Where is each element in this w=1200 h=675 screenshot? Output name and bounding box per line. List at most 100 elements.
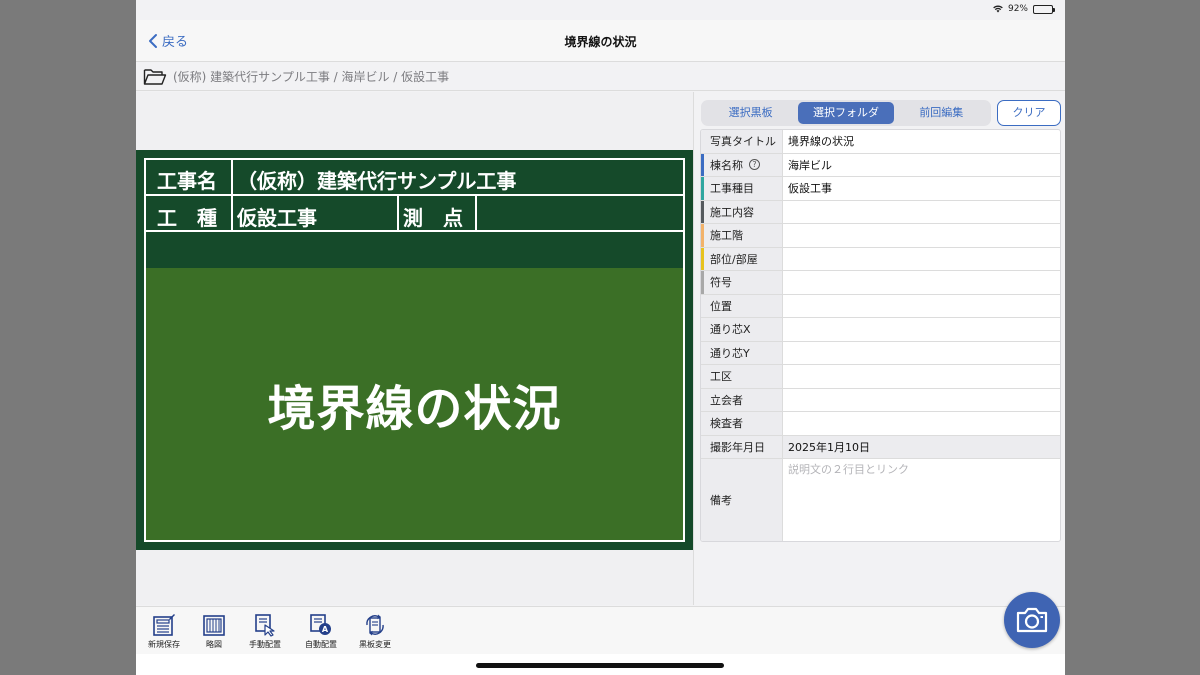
field-value[interactable]: 仮設工事 <box>783 177 1060 200</box>
blackboard[interactable]: 工事名 （仮称）建築代行サンプル工事 工 種 仮設工事 測 点 境界線の状況 <box>136 150 693 550</box>
board-label-point: 測 点 <box>403 206 463 230</box>
field-row-building-name[interactable]: 棟名称? 海岸ビル <box>701 153 1060 177</box>
color-stripe <box>701 200 704 223</box>
change-board-button[interactable]: 黒板変更 <box>350 613 400 650</box>
field-label: 通り芯X <box>701 318 783 341</box>
field-label: 符号 <box>710 276 732 290</box>
remarks-textarea[interactable]: 説明文の２行目とリンク <box>783 459 1060 541</box>
folder-icon <box>143 68 167 85</box>
auto-layout-icon: A <box>310 614 331 635</box>
field-row-photo-title[interactable]: 写真タイトル 境界線の状況 <box>701 130 1060 154</box>
sketch-button[interactable]: 略図 <box>189 613 239 650</box>
field-label: 検査者 <box>701 412 783 435</box>
field-label: 立会者 <box>701 388 783 411</box>
manual-layout-button[interactable]: 手動配置 <box>240 613 290 650</box>
field-value[interactable] <box>783 248 1060 271</box>
board-value-type: 仮設工事 <box>237 206 317 230</box>
field-row-code[interactable]: 符号 <box>701 271 1060 295</box>
breadcrumb[interactable]: (仮称) 建築代行サンプル工事 / 海岸ビル / 仮設工事 <box>136 63 1065 91</box>
new-save-button[interactable]: 新規保存 <box>139 613 189 650</box>
home-area <box>136 654 1065 675</box>
color-stripe <box>701 177 704 200</box>
color-stripe <box>701 153 704 176</box>
help-icon[interactable]: ? <box>749 159 760 171</box>
blackboard-grid: 工事名 （仮称）建築代行サンプル工事 工 種 仮設工事 測 点 境界線の状況 <box>144 158 685 542</box>
color-stripe <box>701 271 704 294</box>
field-row-shoot-date[interactable]: 撮影年月日 2025年1月10日 <box>701 435 1060 459</box>
segment-last-edit[interactable]: 前回編集 <box>894 102 989 124</box>
field-row-grid-y[interactable]: 通り芯Y <box>701 341 1060 365</box>
battery-percent: 92% <box>1007 4 1028 14</box>
tool-label: 略図 <box>206 640 222 649</box>
field-value[interactable] <box>783 295 1060 318</box>
color-stripe <box>701 247 704 270</box>
field-value[interactable]: 2025年1月10日 <box>783 435 1060 458</box>
field-row-witness[interactable]: 立会者 <box>701 388 1060 412</box>
field-label: 通り芯Y <box>701 341 783 364</box>
field-label: 位置 <box>701 294 783 317</box>
clear-button[interactable]: クリア <box>997 100 1061 126</box>
field-row-inspector[interactable]: 検査者 <box>701 412 1060 436</box>
field-row-grid-x[interactable]: 通り芯X <box>701 318 1060 342</box>
board-photo-area: 境界線の状況 <box>146 268 683 540</box>
board-label-project: 工事名 <box>157 169 217 193</box>
field-label: 施工階 <box>710 229 743 243</box>
save-board-icon <box>153 614 175 636</box>
wifi-icon <box>993 5 1003 13</box>
field-row-part-room[interactable]: 部位/部屋 <box>701 247 1060 271</box>
field-row-work-content[interactable]: 施工内容 <box>701 200 1060 224</box>
board-value-project: （仮称）建築代行サンプル工事 <box>237 169 517 193</box>
change-board-icon <box>366 614 384 636</box>
field-label: 撮影年月日 <box>701 435 783 458</box>
field-label: 施工内容 <box>710 205 754 219</box>
field-label: 備考 <box>701 459 783 541</box>
field-row-remarks[interactable]: 備考 説明文の２行目とリンク <box>701 459 1060 541</box>
field-label: 棟名称 <box>710 158 743 172</box>
field-label: 工区 <box>701 365 783 388</box>
field-label: 写真タイトル <box>701 130 783 153</box>
field-row-floor[interactable]: 施工階 <box>701 224 1060 248</box>
camera-icon <box>1016 607 1048 633</box>
manual-layout-icon <box>255 614 275 637</box>
field-row-zone[interactable]: 工区 <box>701 365 1060 389</box>
battery-icon <box>1033 4 1055 14</box>
field-row-work-item[interactable]: 工事種目 仮設工事 <box>701 177 1060 201</box>
field-row-position[interactable]: 位置 <box>701 294 1060 318</box>
field-value[interactable]: 海岸ビル <box>783 154 1060 177</box>
field-value[interactable] <box>783 412 1060 435</box>
svg-text:A: A <box>322 625 329 634</box>
tool-label: 手動配置 <box>249 640 281 649</box>
field-value[interactable] <box>783 389 1060 412</box>
field-value[interactable] <box>783 342 1060 365</box>
color-stripe <box>701 224 704 247</box>
bottom-toolbar: 新規保存 略図 手動配置 A 自動配置 黒板変更 <box>136 606 1065 654</box>
app-window: 92% 戻る 境界線の状況 (仮称) 建築代行サンプル工事 / 海岸ビル / 仮… <box>136 0 1065 675</box>
segment-selected-folder[interactable]: 選択フォルダ <box>798 102 894 124</box>
field-panel: 選択黒板 選択フォルダ 前回編集 クリア 写真タイトル 境界線の状況 棟名称? … <box>695 92 1065 605</box>
auto-layout-button[interactable]: A 自動配置 <box>296 613 346 650</box>
tool-label: 新規保存 <box>148 640 180 649</box>
field-value[interactable] <box>783 365 1060 388</box>
navigation-bar: 戻る 境界線の状況 <box>136 20 1065 62</box>
camera-button[interactable] <box>1004 592 1060 648</box>
segment-control: 選択黒板 選択フォルダ 前回編集 <box>701 100 991 126</box>
field-label: 部位/部屋 <box>710 252 758 266</box>
sketch-icon <box>203 615 225 636</box>
status-bar: 92% <box>136 0 1065 20</box>
board-photo-title: 境界線の状況 <box>267 381 562 437</box>
field-value[interactable] <box>783 201 1060 224</box>
field-value[interactable]: 境界線の状況 <box>783 130 1060 153</box>
board-label-type: 工 種 <box>157 206 217 230</box>
tool-label: 黒板変更 <box>359 640 391 649</box>
field-label: 工事種目 <box>710 182 754 196</box>
board-preview-area: 工事名 （仮称）建築代行サンプル工事 工 種 仮設工事 測 点 境界線の状況 <box>136 92 694 605</box>
field-value[interactable] <box>783 318 1060 341</box>
field-list: 写真タイトル 境界線の状況 棟名称? 海岸ビル 工事種目 仮設工事 施工内容 施… <box>700 129 1061 542</box>
tool-label: 自動配置 <box>305 640 337 649</box>
segment-selected-board[interactable]: 選択黒板 <box>703 102 798 124</box>
breadcrumb-path: (仮称) 建築代行サンプル工事 / 海岸ビル / 仮設工事 <box>173 70 450 84</box>
home-indicator[interactable] <box>476 663 724 668</box>
field-value[interactable] <box>783 224 1060 247</box>
field-value[interactable] <box>783 271 1060 294</box>
page-title: 境界線の状況 <box>564 35 637 49</box>
